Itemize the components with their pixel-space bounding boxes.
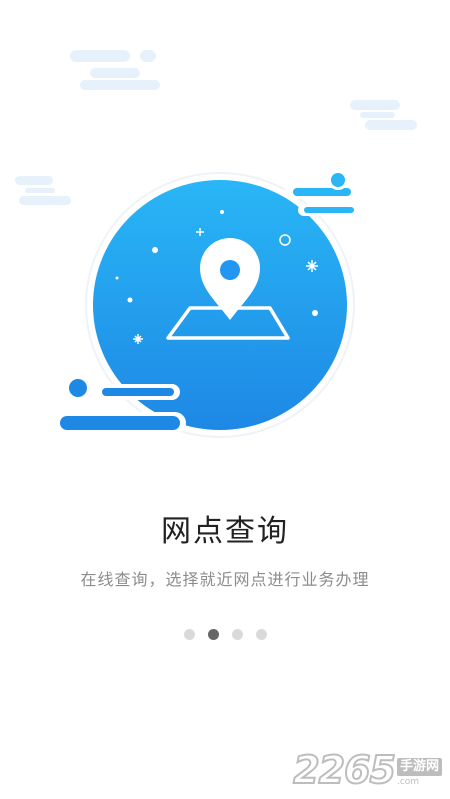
watermark-number: 2265 <box>292 748 397 792</box>
cloud-decoration-top-left <box>70 50 160 90</box>
page-title: 网点查询 <box>161 514 289 549</box>
location-illustration <box>56 170 360 438</box>
page-dot-3[interactable] <box>231 629 243 640</box>
page-subtitle: 在线查询，选择就近网点进行业务办理 <box>80 570 370 589</box>
page-dot-1[interactable] <box>183 629 195 640</box>
onboarding-screen[interactable]: 网点查询 在线查询，选择就近网点进行业务办理 2265 手游网 .com <box>0 0 450 799</box>
watermark-domain: .com <box>396 777 420 787</box>
page-dot-2-active[interactable] <box>207 629 219 640</box>
page-dot-4[interactable] <box>255 629 267 640</box>
watermark-site: 手游网 <box>396 758 442 776</box>
watermark-logo: 2265 手游网 .com <box>292 748 442 792</box>
cloud-decoration-top-right <box>350 100 420 130</box>
page-indicator <box>0 629 450 640</box>
